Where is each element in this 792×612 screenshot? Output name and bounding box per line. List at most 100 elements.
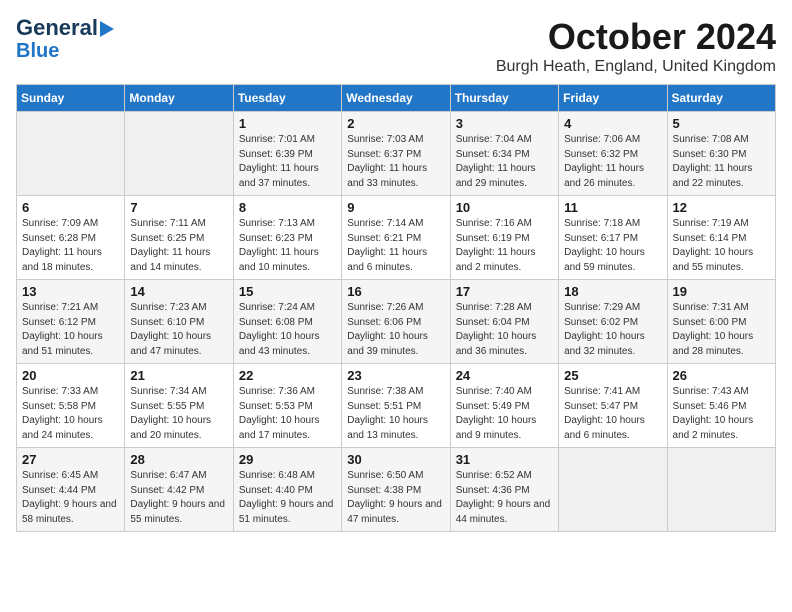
day-info: Sunrise: 7:14 AM Sunset: 6:21 PM Dayligh… (347, 217, 444, 275)
calendar-cell: 26Sunrise: 7:43 AM Sunset: 5:46 PM Dayli… (667, 364, 775, 448)
logo-blue: Blue (16, 40, 59, 62)
day-number: 14 (130, 284, 227, 299)
day-info: Sunrise: 7:06 AM Sunset: 6:32 PM Dayligh… (564, 133, 661, 191)
day-info: Sunrise: 7:41 AM Sunset: 5:47 PM Dayligh… (564, 385, 661, 443)
calendar-cell: 7 Sunrise: 7:11 AM Sunset: 6:25 PM Daylig… (125, 196, 233, 280)
calendar-cell (559, 448, 667, 532)
calendar-cell: 23 Sunrise: 7:38 AM Sunset: 5:51 PM Dayli… (342, 364, 450, 448)
day-number: 29 (239, 452, 336, 467)
calendar-cell: 4 Sunrise: 7:06 AM Sunset: 6:32 PM Daylig… (559, 112, 667, 196)
day-info: Sunrise: 6:45 AM Sunset: 4:44 PM Dayligh… (22, 469, 119, 527)
day-info: Sunrise: 7:11 AM Sunset: 6:25 PM Dayligh… (130, 217, 227, 275)
day-number: 10 (456, 200, 553, 215)
week-row-3: 13 Sunrise: 7:21 AM Sunset: 6:12 PM Dayli… (17, 280, 776, 364)
day-info: Sunrise: 7:09 AM Sunset: 6:28 PM Dayligh… (22, 217, 119, 275)
logo-text: General (16, 16, 114, 40)
week-row-4: 20 Sunrise: 7:33 AM Sunset: 5:58 PM Dayli… (17, 364, 776, 448)
day-number: 30 (347, 452, 444, 467)
day-number: 9 (347, 200, 444, 215)
day-info: Sunrise: 7:36 AM Sunset: 5:53 PM Dayligh… (239, 385, 336, 443)
col-header-sunday: Sunday (17, 85, 125, 112)
day-info: Sunrise: 7:29 AM Sunset: 6:02 PM Dayligh… (564, 301, 661, 359)
calendar-cell: 18 Sunrise: 7:29 AM Sunset: 6:02 PM Dayli… (559, 280, 667, 364)
day-info: Sunrise: 6:50 AM Sunset: 4:38 PM Dayligh… (347, 469, 444, 527)
calendar-cell: 25 Sunrise: 7:41 AM Sunset: 5:47 PM Dayli… (559, 364, 667, 448)
day-info: Sunrise: 6:48 AM Sunset: 4:40 PM Dayligh… (239, 469, 336, 527)
calendar-cell: 2Sunrise: 7:03 AM Sunset: 6:37 PM Daylig… (342, 112, 450, 196)
calendar-cell: 31Sunrise: 6:52 AM Sunset: 4:36 PM Dayli… (450, 448, 558, 532)
day-number: 22 (239, 368, 336, 383)
month-title: October 2024 (496, 16, 776, 58)
day-number: 16 (347, 284, 444, 299)
day-number: 20 (22, 368, 119, 383)
calendar-cell (667, 448, 775, 532)
calendar-cell: 6 Sunrise: 7:09 AM Sunset: 6:28 PM Daylig… (17, 196, 125, 280)
day-info: Sunrise: 7:26 AM Sunset: 6:06 PM Dayligh… (347, 301, 444, 359)
day-info: Sunrise: 7:38 AM Sunset: 5:51 PM Dayligh… (347, 385, 444, 443)
col-header-monday: Monday (125, 85, 233, 112)
day-info: Sunrise: 7:19 AM Sunset: 6:14 PM Dayligh… (673, 217, 770, 275)
calendar-cell: 15 Sunrise: 7:24 AM Sunset: 6:08 PM Dayli… (233, 280, 341, 364)
day-info: Sunrise: 7:33 AM Sunset: 5:58 PM Dayligh… (22, 385, 119, 443)
calendar-cell: 24Sunrise: 7:40 AM Sunset: 5:49 PM Dayli… (450, 364, 558, 448)
day-info: Sunrise: 7:13 AM Sunset: 6:23 PM Dayligh… (239, 217, 336, 275)
calendar-cell: 13 Sunrise: 7:21 AM Sunset: 6:12 PM Dayli… (17, 280, 125, 364)
day-info: Sunrise: 7:01 AM Sunset: 6:39 PM Dayligh… (239, 133, 336, 191)
page-header: General Blue October 2024 Burgh Heath, E… (16, 16, 776, 76)
calendar-cell (125, 112, 233, 196)
day-info: Sunrise: 7:03 AM Sunset: 6:37 PM Dayligh… (347, 133, 444, 191)
logo: General Blue (16, 16, 114, 62)
calendar-cell: 22 Sunrise: 7:36 AM Sunset: 5:53 PM Dayli… (233, 364, 341, 448)
calendar-cell: 14 Sunrise: 7:23 AM Sunset: 6:10 PM Dayli… (125, 280, 233, 364)
day-info: Sunrise: 7:21 AM Sunset: 6:12 PM Dayligh… (22, 301, 119, 359)
calendar-table: SundayMondayTuesdayWednesdayThursdayFrid… (16, 84, 776, 532)
week-row-5: 27Sunrise: 6:45 AM Sunset: 4:44 PM Dayli… (17, 448, 776, 532)
day-number: 21 (130, 368, 227, 383)
day-number: 28 (130, 452, 227, 467)
day-number: 24 (456, 368, 553, 383)
day-number: 12 (673, 200, 770, 215)
day-number: 15 (239, 284, 336, 299)
logo-general: General (16, 15, 98, 40)
calendar-cell: 5 Sunrise: 7:08 AM Sunset: 6:30 PM Daylig… (667, 112, 775, 196)
day-number: 7 (130, 200, 227, 215)
day-number: 3 (456, 116, 553, 131)
day-info: Sunrise: 6:47 AM Sunset: 4:42 PM Dayligh… (130, 469, 227, 527)
calendar-cell: 21 Sunrise: 7:34 AM Sunset: 5:55 PM Dayli… (125, 364, 233, 448)
col-header-saturday: Saturday (667, 85, 775, 112)
day-number: 26 (673, 368, 770, 383)
calendar-cell: 10 Sunrise: 7:16 AM Sunset: 6:19 PM Dayli… (450, 196, 558, 280)
col-header-thursday: Thursday (450, 85, 558, 112)
calendar-cell: 27Sunrise: 6:45 AM Sunset: 4:44 PM Dayli… (17, 448, 125, 532)
day-number: 5 (673, 116, 770, 131)
day-number: 19 (673, 284, 770, 299)
day-number: 1 (239, 116, 336, 131)
day-info: Sunrise: 7:16 AM Sunset: 6:19 PM Dayligh… (456, 217, 553, 275)
calendar-cell: 9 Sunrise: 7:14 AM Sunset: 6:21 PM Daylig… (342, 196, 450, 280)
calendar-cell: 17 Sunrise: 7:28 AM Sunset: 6:04 PM Dayli… (450, 280, 558, 364)
day-number: 6 (22, 200, 119, 215)
day-number: 11 (564, 200, 661, 215)
calendar-cell: 30 Sunrise: 6:50 AM Sunset: 4:38 PM Dayli… (342, 448, 450, 532)
day-info: Sunrise: 7:28 AM Sunset: 6:04 PM Dayligh… (456, 301, 553, 359)
calendar-cell: 20 Sunrise: 7:33 AM Sunset: 5:58 PM Dayli… (17, 364, 125, 448)
location-subtitle: Burgh Heath, England, United Kingdom (496, 58, 776, 76)
day-number: 31 (456, 452, 553, 467)
col-header-tuesday: Tuesday (233, 85, 341, 112)
calendar-cell (17, 112, 125, 196)
day-number: 25 (564, 368, 661, 383)
calendar-cell: 28 Sunrise: 6:47 AM Sunset: 4:42 PM Dayli… (125, 448, 233, 532)
day-info: Sunrise: 7:31 AM Sunset: 6:00 PM Dayligh… (673, 301, 770, 359)
header-row: SundayMondayTuesdayWednesdayThursdayFrid… (17, 85, 776, 112)
day-number: 18 (564, 284, 661, 299)
day-number: 4 (564, 116, 661, 131)
day-number: 23 (347, 368, 444, 383)
day-info: Sunrise: 7:23 AM Sunset: 6:10 PM Dayligh… (130, 301, 227, 359)
day-number: 17 (456, 284, 553, 299)
day-info: Sunrise: 7:34 AM Sunset: 5:55 PM Dayligh… (130, 385, 227, 443)
day-info: Sunrise: 7:24 AM Sunset: 6:08 PM Dayligh… (239, 301, 336, 359)
calendar-cell: 12 Sunrise: 7:19 AM Sunset: 6:14 PM Dayli… (667, 196, 775, 280)
day-number: 13 (22, 284, 119, 299)
day-info: Sunrise: 7:08 AM Sunset: 6:30 PM Dayligh… (673, 133, 770, 191)
title-block: October 2024 Burgh Heath, England, Unite… (496, 16, 776, 76)
